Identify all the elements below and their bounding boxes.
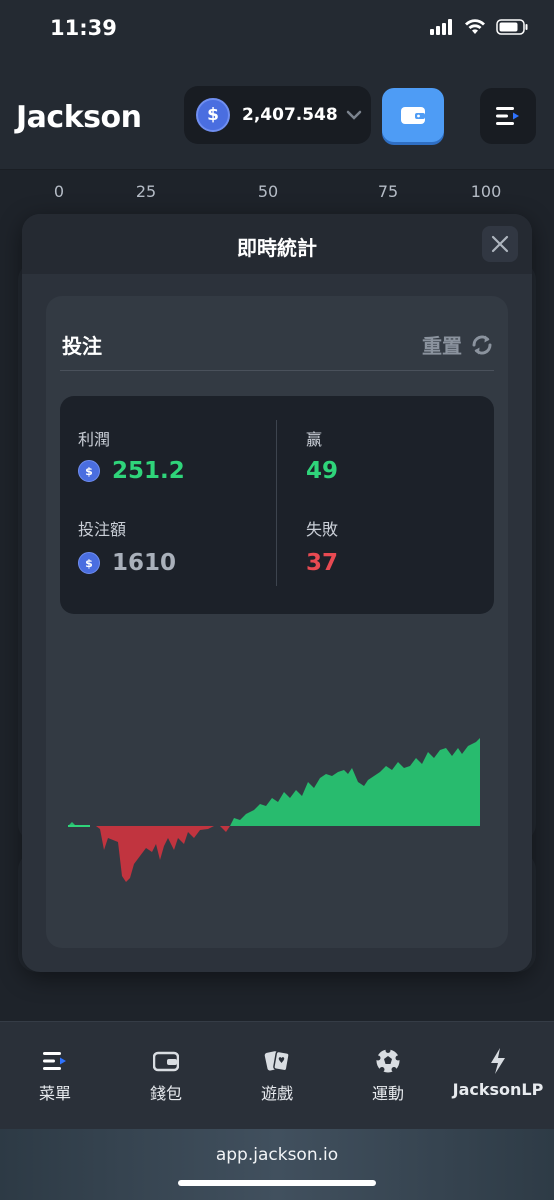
chart-area-negative	[90, 826, 214, 882]
panel-title: 投注	[62, 334, 102, 358]
nav-item-sports[interactable]: 運動	[338, 1046, 438, 1104]
menu-icon	[43, 1052, 66, 1070]
bottom-nav: 菜單 錢包 遊戲 運動 JacksonLP	[0, 1021, 554, 1129]
usdc-coin-icon: $	[78, 460, 100, 482]
soccer-ball-icon	[375, 1048, 401, 1073]
stats-box: 利潤 $ 251.2 投注額 $ 1610 赢 49 失敗 37	[60, 396, 494, 614]
home-indicator	[178, 1180, 376, 1186]
nav-label: 菜單	[38, 1084, 71, 1103]
nav-label: 運動	[371, 1084, 404, 1103]
cellular-signal-icon	[430, 19, 452, 35]
app-header: Jackson $ 2,407.548	[0, 60, 554, 170]
slider-scale: 0 25 50 75 100	[0, 182, 554, 206]
panel-divider	[60, 370, 494, 371]
losses-value: 37	[306, 550, 339, 576]
scale-tick: 50	[257, 182, 279, 201]
modal-header: 即時統計	[22, 214, 532, 274]
status-bar: 11:39	[0, 0, 554, 60]
losses-label: 失敗	[306, 520, 339, 539]
menu-icon	[496, 107, 519, 125]
lightning-icon	[491, 1048, 505, 1074]
profit-value-row: $ 251.2	[78, 458, 185, 484]
profit-value: 251.2	[112, 458, 185, 484]
balance-value: 2,407.548	[242, 105, 338, 125]
scale-tick: 100	[470, 182, 502, 201]
close-icon	[491, 235, 509, 253]
reset-button[interactable]: 重置	[422, 330, 494, 359]
wins-label: 赢	[306, 430, 323, 449]
bets-panel: 投注 重置 利潤 $ 251.2 投注額 $ 1610 赢 49 失敗 37	[46, 296, 508, 948]
chevron-down-icon	[346, 110, 361, 120]
scale-tick: 75	[377, 182, 399, 201]
logo-text: Jackson	[16, 100, 142, 135]
modal-title: 即時統計	[237, 236, 317, 260]
nav-item-wallet[interactable]: 錢包	[116, 1046, 216, 1104]
usdc-coin-icon: $	[78, 552, 100, 574]
wallet-button[interactable]	[382, 88, 444, 142]
chart-area-positive	[230, 738, 480, 826]
wallet-icon	[401, 107, 425, 124]
close-button[interactable]	[482, 226, 518, 262]
nav-item-jacksonlp[interactable]: JacksonLP	[448, 1046, 548, 1099]
nav-label: 錢包	[149, 1084, 182, 1103]
refresh-icon	[472, 335, 492, 354]
profit-label: 利潤	[78, 430, 111, 449]
nav-label: JacksonLP	[452, 1080, 544, 1099]
wifi-icon	[465, 19, 485, 34]
profit-chart	[68, 738, 480, 882]
scale-tick: 0	[53, 182, 65, 201]
wagered-value-row: $ 1610	[78, 550, 176, 576]
status-time: 11:39	[50, 16, 117, 40]
wins-value: 49	[306, 458, 339, 484]
nav-item-games[interactable]: 遊戲	[227, 1046, 327, 1104]
battery-icon	[496, 19, 528, 35]
nav-item-menu[interactable]: 菜單	[5, 1046, 105, 1104]
usdc-coin-icon: $	[196, 98, 230, 132]
reset-label: 重置	[422, 334, 462, 358]
url-text: app.jackson.io	[215, 1145, 339, 1165]
wagered-value: 1610	[112, 550, 177, 576]
jackson-logo[interactable]: Jackson	[16, 100, 142, 135]
menu-button[interactable]	[480, 88, 536, 144]
stats-divider	[276, 420, 277, 586]
wallet-icon	[153, 1051, 179, 1072]
browser-url-bar[interactable]: app.jackson.io	[0, 1129, 554, 1200]
nav-label: 遊戲	[260, 1084, 293, 1103]
live-stats-modal: 即時統計 投注 重置 利潤 $ 251.2 投注額 $ 1610 赢 49 失敗…	[22, 214, 532, 972]
cards-icon	[264, 1050, 290, 1072]
scale-tick: 25	[135, 182, 157, 201]
status-icons	[430, 19, 528, 35]
chart-area-negative	[220, 826, 230, 832]
balance-selector[interactable]: $ 2,407.548	[184, 86, 371, 144]
wagered-label: 投注額	[78, 520, 127, 539]
